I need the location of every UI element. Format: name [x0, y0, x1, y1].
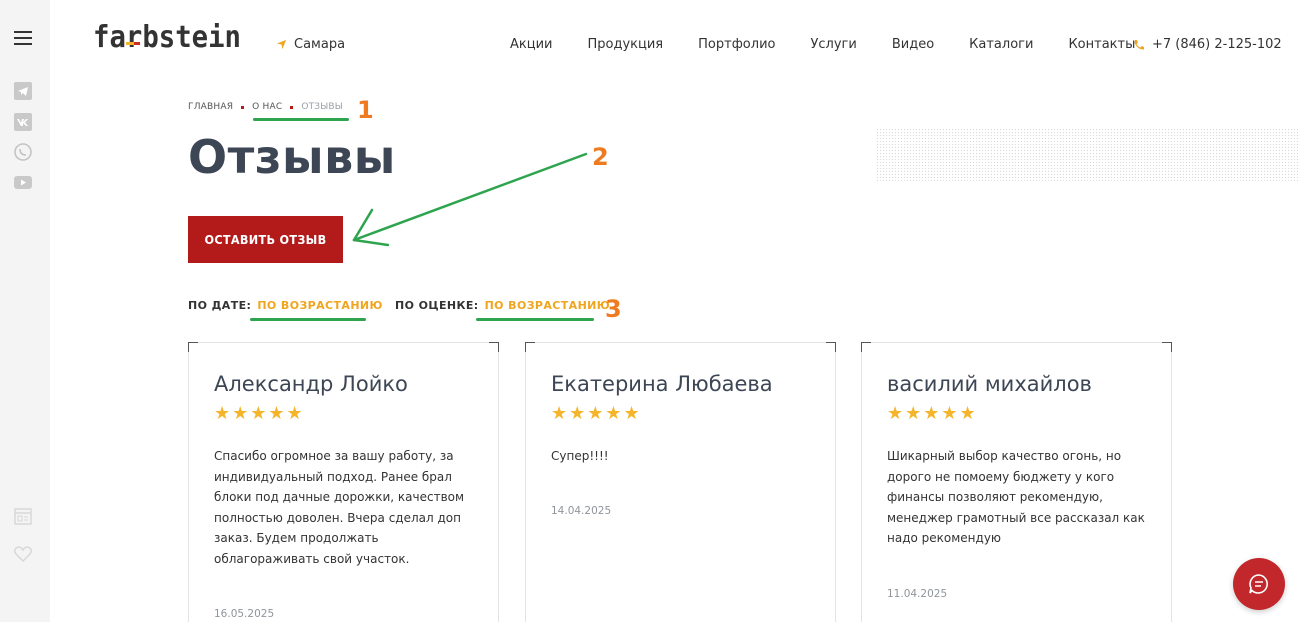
annotation-number-3: 3	[605, 295, 622, 323]
breadcrumb-home[interactable]: ГЛАВНАЯ	[188, 102, 233, 112]
nav-item-video[interactable]: Видео	[892, 37, 934, 52]
review-stars: ★★★★★	[214, 403, 305, 424]
review-date: 16.05.2025	[214, 608, 275, 620]
sort-by-rating: ПО ОЦЕНКЕ: ПО ВОЗРАСТАНИЮ	[395, 299, 610, 312]
city-selector[interactable]: Самара	[276, 37, 345, 52]
breadcrumb-current: ОТЗЫВЫ	[301, 102, 343, 112]
annotation-arrow	[352, 152, 588, 247]
review-date: 14.04.2025	[551, 505, 612, 517]
nav-item-products[interactable]: Продукция	[588, 37, 664, 52]
nav-item-promotions[interactable]: Акции	[510, 37, 553, 52]
breadcrumb: ГЛАВНАЯ О НАС ОТЗЫВЫ	[188, 102, 343, 112]
card-border	[525, 352, 526, 622]
annotation-number-2: 2	[592, 143, 609, 171]
review-text: Супер!!!!	[551, 449, 609, 463]
card-corner	[1162, 342, 1172, 352]
review-author: василий михайлов	[887, 372, 1092, 396]
card-border	[1171, 352, 1172, 622]
left-sidebar	[0, 0, 50, 622]
sort-date-toggle[interactable]: ПО ВОЗРАСТАНИЮ	[257, 299, 383, 312]
nav-item-contacts[interactable]: Контакты	[1068, 37, 1135, 52]
review-author: Екатерина Любаева	[551, 372, 773, 396]
review-stars: ★★★★★	[887, 403, 978, 424]
nav-item-services[interactable]: Услуги	[810, 37, 856, 52]
heart-icon[interactable]	[12, 543, 34, 565]
review-text: Спасибо огромное за вашу работу, за инди…	[214, 449, 465, 566]
decorative-dot-pattern	[876, 128, 1300, 182]
card-border	[188, 352, 189, 622]
card-corner	[188, 342, 198, 352]
chat-icon	[1249, 574, 1268, 594]
review-date: 11.04.2025	[887, 588, 948, 600]
review-card: Александр Лойко ★★★★★ Спасибо огромное з…	[188, 342, 499, 622]
card-border	[835, 352, 836, 622]
logo[interactable]: farbstein	[93, 20, 243, 55]
sort-date-label: ПО ДАТЕ:	[188, 299, 252, 312]
review-card: василий михайлов ★★★★★ Шикарный выбор ка…	[861, 342, 1172, 622]
sort-rating-toggle[interactable]: ПО ВОЗРАСТАНИЮ	[485, 299, 611, 312]
leave-review-button[interactable]: ОСТАВИТЬ ОТЗЫВ	[188, 216, 343, 263]
location-arrow-icon	[276, 39, 287, 50]
review-stars: ★★★★★	[551, 403, 642, 424]
card-border	[198, 342, 489, 343]
telegram-icon[interactable]	[12, 81, 34, 101]
breadcrumb-separator	[241, 105, 245, 109]
card-corner	[861, 342, 871, 352]
whatsapp-icon[interactable]	[12, 142, 34, 162]
city-label: Самара	[294, 37, 346, 52]
phone-link[interactable]: +7 (846) 2-125-102	[1133, 37, 1282, 52]
card-corner	[525, 342, 535, 352]
nav-item-portfolio[interactable]: Портфолио	[698, 37, 775, 52]
annotation-underline-sort-rating	[476, 318, 594, 321]
breadcrumb-separator	[290, 105, 294, 109]
review-text: Шикарный выбор качество огонь, но дорого…	[887, 449, 1145, 546]
card-border	[535, 342, 826, 343]
review-card: Екатерина Любаева ★★★★★ Супер!!!! 14.04.…	[525, 342, 836, 622]
nav-item-catalogs[interactable]: Каталоги	[969, 37, 1033, 52]
youtube-icon[interactable]	[12, 172, 34, 192]
compare-icon[interactable]	[12, 505, 34, 527]
chat-button[interactable]	[1233, 558, 1285, 610]
phone-number: +7 (846) 2-125-102	[1152, 37, 1282, 52]
breadcrumb-about[interactable]: О НАС	[252, 102, 282, 112]
annotation-number-1: 1	[357, 96, 374, 124]
card-corner	[826, 342, 836, 352]
card-border	[861, 352, 862, 622]
card-corner	[489, 342, 499, 352]
card-border	[871, 342, 1162, 343]
menu-icon[interactable]	[14, 31, 32, 45]
sort-rating-label: ПО ОЦЕНКЕ:	[395, 299, 479, 312]
review-author: Александр Лойко	[214, 372, 408, 396]
farbstein-logo: farbstein	[93, 20, 241, 55]
phone-icon	[1134, 39, 1144, 50]
sort-by-date: ПО ДАТЕ: ПО ВОЗРАСТАНИЮ	[188, 299, 383, 312]
annotation-underline-breadcrumb	[253, 118, 349, 121]
main-nav: Акции Продукция Портфолио Услуги Видео К…	[510, 37, 1135, 52]
vk-icon[interactable]	[12, 112, 34, 132]
annotation-underline-sort-date	[250, 318, 366, 321]
svg-text:farbstein: farbstein	[93, 23, 241, 51]
card-border	[498, 352, 499, 622]
